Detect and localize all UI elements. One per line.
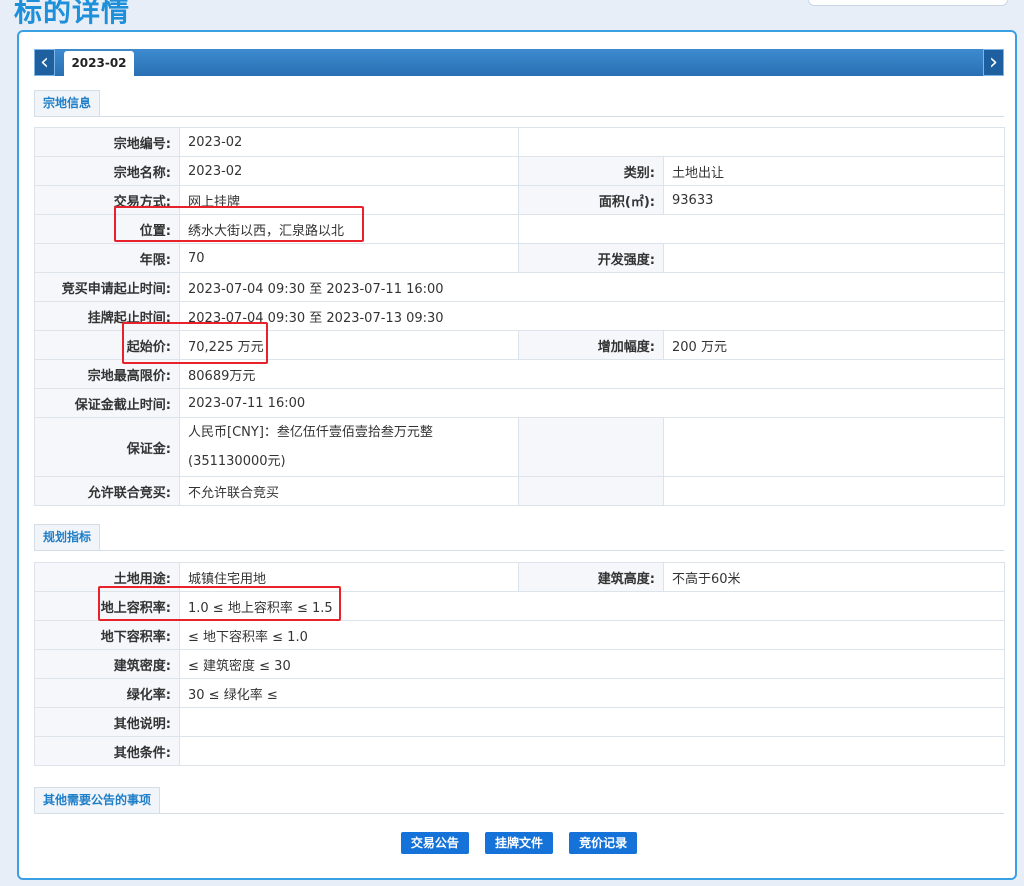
dev-intensity-label: 开发强度:	[518, 243, 664, 273]
highlight-location	[114, 206, 364, 242]
area-label: 面积(㎡):	[518, 185, 664, 215]
increment-value: 200 万元	[663, 330, 1005, 360]
empty-cell	[663, 476, 1005, 506]
section-tab-other[interactable]: 其他需要公告的事项	[34, 787, 161, 813]
parcel-name-value: 2023-02	[179, 156, 519, 186]
table-row: 允许联合竞买: 不允许联合竞买	[34, 476, 1005, 506]
term-label: 年限:	[34, 243, 180, 273]
listing-period-value: 2023-07-04 09:30 至 2023-07-13 09:30	[179, 301, 1005, 331]
land-info-table: 宗地编号: 2023-02 宗地名称: 2023-02 类别: 土地出让 交易方…	[34, 127, 1005, 506]
term-value: 70	[179, 243, 519, 273]
chevron-left-icon[interactable]: ‹	[34, 49, 55, 76]
table-row: 绿化率: 30 ≤ 绿化率 ≤	[34, 678, 1005, 708]
category-value: 土地出让	[663, 156, 1005, 186]
section-tab-land-info[interactable]: 宗地信息	[34, 90, 101, 116]
apply-period-value: 2023-07-04 09:30 至 2023-07-11 16:00	[179, 272, 1005, 302]
deposit-deadline-label: 保证金截止时间:	[34, 388, 180, 418]
category-label: 类别:	[518, 156, 664, 186]
other-note-label: 其他说明:	[34, 707, 180, 737]
table-row: 宗地名称: 2023-02 类别: 土地出让	[34, 156, 1005, 186]
section-divider	[34, 813, 1004, 814]
parcel-no-value: 2023-02	[179, 127, 519, 157]
density-label: 建筑密度:	[34, 649, 180, 679]
empty-cell	[518, 476, 664, 506]
table-row: 其他条件:	[34, 736, 1005, 766]
table-row: 建筑密度: ≤ 建筑密度 ≤ 30	[34, 649, 1005, 679]
height-label: 建筑高度:	[518, 562, 664, 592]
table-row: 宗地编号: 2023-02	[34, 127, 1005, 157]
height-value: 不高于60米	[663, 562, 1005, 592]
deposit-label: 保证金:	[34, 417, 180, 477]
green-label: 绿化率:	[34, 678, 180, 708]
other-note-value	[179, 707, 1005, 737]
far-below-label: 地下容积率:	[34, 620, 180, 650]
far-below-value: ≤ 地下容积率 ≤ 1.0	[179, 620, 1005, 650]
deposit-line-1: 人民币[CNY]：叁亿伍仟壹佰壹拾叁万元整	[188, 425, 433, 440]
highlight-start-price	[122, 322, 268, 364]
listing-docs-button[interactable]: 挂牌文件	[484, 832, 553, 854]
joint-bid-value: 不允许联合竞买	[179, 476, 519, 506]
empty-cell	[518, 417, 664, 477]
deposit-line-2: (351130000元)	[188, 454, 286, 469]
top-strip	[808, 0, 1008, 6]
increment-label: 增加幅度:	[518, 330, 664, 360]
empty-cell	[518, 214, 1005, 244]
apply-period-label: 竞买申请起止时间:	[34, 272, 180, 302]
dev-intensity-value	[663, 243, 1005, 273]
other-cond-label: 其他条件:	[34, 736, 180, 766]
tab-bar: ‹ 2023-02 ›	[34, 49, 1004, 76]
table-row: 保证金: 人民币[CNY]：叁亿伍仟壹佰壹拾叁万元整 (351130000元)	[34, 417, 1005, 477]
action-buttons: 交易公告 挂牌文件 竞价记录	[19, 832, 1019, 854]
parcel-no-label: 宗地编号:	[34, 127, 180, 157]
table-row: 竞买申请起止时间: 2023-07-04 09:30 至 2023-07-11 …	[34, 272, 1005, 302]
deposit-value: 人民币[CNY]：叁亿伍仟壹佰壹拾叁万元整 (351130000元)	[179, 417, 519, 477]
chevron-right-icon[interactable]: ›	[983, 49, 1004, 76]
announcement-button[interactable]: 交易公告	[400, 832, 469, 854]
detail-panel: ‹ 2023-02 › 宗地信息 宗地编号: 2023-02 宗地名称: 202…	[17, 30, 1017, 880]
table-row: 地下容积率: ≤ 地下容积率 ≤ 1.0	[34, 620, 1005, 650]
section-tab-planning[interactable]: 规划指标	[34, 524, 101, 550]
table-row: 其他说明:	[34, 707, 1005, 737]
table-row: 保证金截止时间: 2023-07-11 16:00	[34, 388, 1005, 418]
density-value: ≤ 建筑密度 ≤ 30	[179, 649, 1005, 679]
green-value: 30 ≤ 绿化率 ≤	[179, 678, 1005, 708]
area-value: 93633	[663, 185, 1005, 215]
highlight-far	[98, 586, 341, 621]
empty-cell	[518, 127, 1005, 157]
table-row: 年限: 70 开发强度:	[34, 243, 1005, 273]
joint-bid-label: 允许联合竞买:	[34, 476, 180, 506]
empty-cell	[663, 417, 1005, 477]
other-cond-value	[179, 736, 1005, 766]
bid-record-button[interactable]: 竞价记录	[569, 832, 638, 854]
deposit-deadline-value: 2023-07-11 16:00	[179, 388, 1005, 418]
page-title: 标的详情	[14, 0, 131, 28]
section-divider	[34, 550, 1004, 551]
parcel-name-label: 宗地名称:	[34, 156, 180, 186]
section-divider	[34, 116, 1004, 117]
tab-2023-02[interactable]: 2023-02	[64, 51, 134, 76]
max-price-value: 80689万元	[179, 359, 1005, 389]
